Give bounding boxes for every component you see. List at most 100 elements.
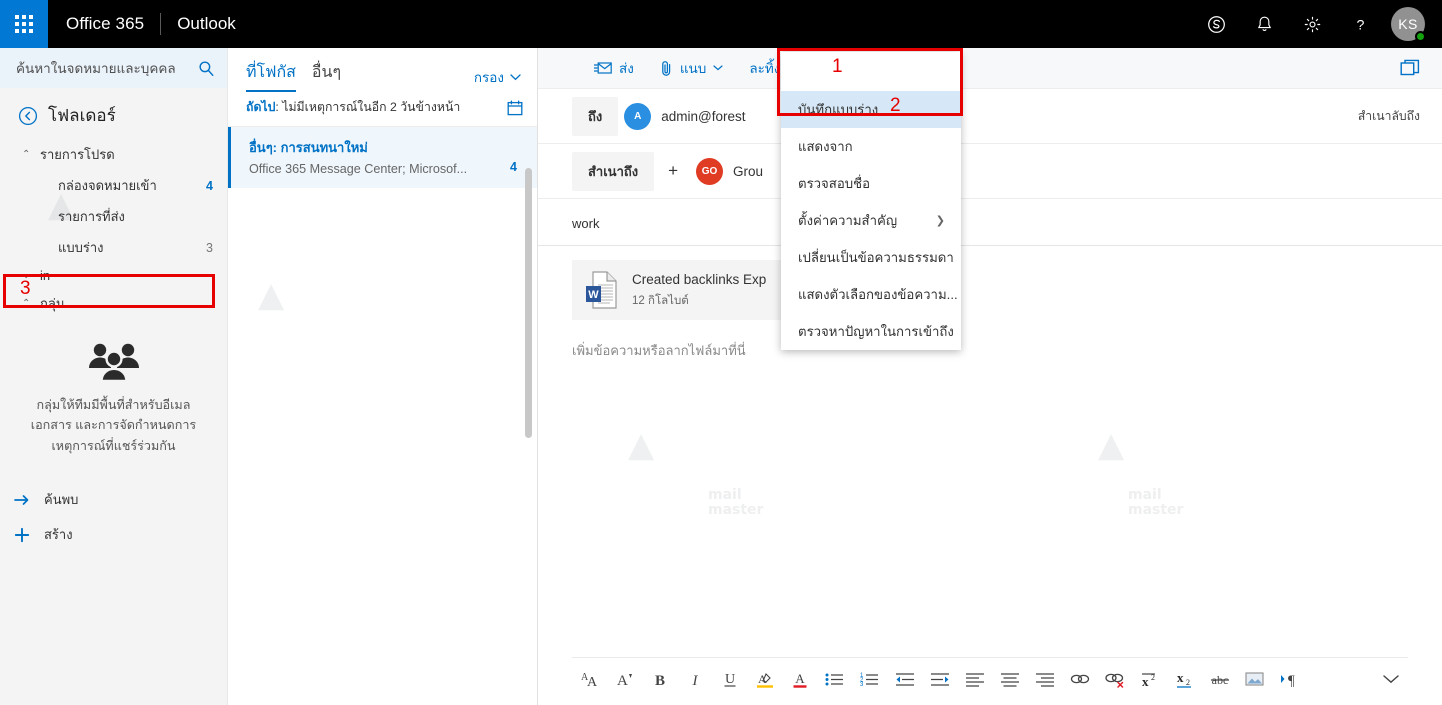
filter-button[interactable]: กรอง <box>474 66 521 92</box>
menu-item-show-from[interactable]: แสดงจาก <box>781 128 961 165</box>
outlook-app-name[interactable]: Outlook <box>161 0 252 48</box>
message-list-tabs: ที่โฟกัส อื่นๆ กรอง <box>228 48 537 92</box>
watermark: ▲ <box>258 275 285 315</box>
subscript-icon[interactable]: x2 <box>1167 662 1202 696</box>
to-recipient-chip[interactable]: A admin@forest <box>618 102 745 130</box>
menu-item-check-names[interactable]: ตรวจสอบชื่อ <box>781 165 961 202</box>
svg-text:x: x <box>1177 670 1184 685</box>
page-title: โฟลเดอร์ <box>48 106 116 125</box>
remove-link-icon[interactable] <box>1097 662 1132 696</box>
cc-recipient-chip[interactable]: GO Grou <box>690 157 764 185</box>
help-question-icon[interactable]: ? <box>1336 0 1384 48</box>
message-sender: Office 365 Message Center; Microsof... <box>249 162 468 176</box>
folder-label: แบบร่าง <box>58 240 104 255</box>
body-placeholder: เพิ่มข้อความหรือลากไฟล์มาที่นี่ <box>572 343 746 358</box>
svg-text:3: 3 <box>860 682 864 688</box>
font-size-icon[interactable]: AA <box>572 662 607 696</box>
groups-empty-state: กลุ่มให้ทีมมีพื้นที่สำหรับอีเมล เอกสาร แ… <box>0 319 227 456</box>
sidebar-item-in[interactable]: ⌄ in <box>0 263 227 288</box>
settings-gear-icon[interactable] <box>1288 0 1336 48</box>
superscript-icon[interactable]: x2 <box>1132 662 1167 696</box>
left-sidebar: ▲ โฟลเดอร์ ⌃ รายการโปรด กล่องจดหมายเข้า … <box>0 48 228 705</box>
add-recipient-icon[interactable]: + <box>654 161 690 181</box>
sidebar-item-sent[interactable]: รายการที่ส่ง <box>0 201 227 232</box>
search-bar[interactable] <box>0 48 227 88</box>
discover-groups-button[interactable]: ค้นพบ <box>0 482 227 517</box>
menu-item-label: ตรวจหาปัญหาในการเข้าถึง <box>798 324 954 339</box>
insert-link-icon[interactable] <box>1062 662 1097 696</box>
compose-pane: ▲ ▲ mail master mail master ส่ง แนบ ละทิ้ง <box>538 48 1442 705</box>
recipient-avatar: GO <box>696 157 724 185</box>
skype-icon[interactable] <box>1192 0 1240 48</box>
favorites-label: รายการโปรด <box>40 147 115 162</box>
subject-input[interactable] <box>572 216 1420 231</box>
font-grow-icon[interactable]: A <box>607 662 642 696</box>
next-event-body: : ไม่มีเหตุการณ์ในอีก 2 วันข้างหน้า <box>275 100 461 114</box>
cc-field-row: สำเนาถึง + GO Grou <box>538 144 1442 199</box>
menu-item-set-importance[interactable]: ตั้งค่าความสำคัญ ❯ <box>781 202 961 239</box>
search-input[interactable] <box>16 60 198 76</box>
menu-item-switch-plain-text[interactable]: เปลี่ยนเป็นข้อความธรรมดา <box>781 239 961 276</box>
attachment-name: Created backlinks Exp <box>632 271 767 287</box>
text-direction-icon[interactable]: ¶ <box>1272 662 1307 696</box>
numbered-list-icon[interactable]: 123 <box>852 662 887 696</box>
attach-command-label: แนบ <box>679 61 707 76</box>
next-event-prefix: ถัดไป <box>246 100 276 114</box>
align-right-icon[interactable] <box>1027 662 1062 696</box>
tab-other[interactable]: อื่นๆ <box>312 60 341 92</box>
attach-command[interactable]: แนบ <box>647 48 737 89</box>
highlight-color-icon[interactable]: A <box>747 662 782 696</box>
more-formatting-chevron-icon[interactable] <box>1373 662 1408 696</box>
app-launcher-icon[interactable] <box>0 0 48 48</box>
insert-image-icon[interactable] <box>1237 662 1272 696</box>
notifications-bell-icon[interactable] <box>1240 0 1288 48</box>
top-bar-actions: ? KS <box>1192 0 1442 48</box>
to-label[interactable]: ถึง <box>572 96 619 136</box>
svg-text:A: A <box>587 675 598 689</box>
tab-focused[interactable]: ที่โฟกัส <box>246 60 296 92</box>
send-command[interactable]: ส่ง <box>581 48 647 89</box>
strikethrough-icon[interactable]: abc <box>1202 662 1237 696</box>
message-body-editor[interactable]: เพิ่มข้อความหรือลากไฟล์มาที่นี่ <box>572 332 1420 600</box>
groups-section-header[interactable]: ⌃ กลุ่ม <box>0 288 227 319</box>
bullet-list-icon[interactable] <box>817 662 852 696</box>
menu-item-label: แสดงตัวเลือกของข้อความ... <box>798 287 958 302</box>
sidebar-item-drafts[interactable]: แบบร่าง 3 <box>0 232 227 263</box>
search-icon[interactable] <box>198 60 215 77</box>
next-event-row: ถัดไป: ไม่มีเหตุการณ์ในอีก 2 วันข้างหน้า <box>228 92 537 127</box>
people-group-icon <box>22 341 205 385</box>
create-group-button[interactable]: สร้าง <box>0 517 227 552</box>
menu-item-save-draft[interactable]: บันทึกแบบร่าง <box>781 91 961 128</box>
cc-label[interactable]: สำเนาถึง <box>572 151 655 191</box>
font-color-icon[interactable]: A <box>782 662 817 696</box>
office365-brand[interactable]: Office 365 <box>48 0 160 48</box>
message-list-pane: ▲ ที่โฟกัส อื่นๆ กรอง ถัดไป: ไม่มีเหตุกา… <box>228 48 538 705</box>
align-center-icon[interactable] <box>992 662 1027 696</box>
favorites-group-header[interactable]: ⌃ รายการโปรด <box>0 139 227 170</box>
align-left-icon[interactable] <box>957 662 992 696</box>
recipient-text: Grou <box>733 163 764 179</box>
svg-text:A: A <box>617 673 628 689</box>
recipient-avatar: A <box>624 102 652 130</box>
popout-window-icon[interactable] <box>1378 59 1442 77</box>
sidebar-item-inbox[interactable]: กล่องจดหมายเข้า 4 <box>0 170 227 201</box>
underline-icon[interactable]: U <box>712 662 747 696</box>
italic-icon[interactable]: I <box>677 662 712 696</box>
back-arrow-icon[interactable] <box>18 106 38 126</box>
list-item[interactable]: อื่นๆ: การสนทนาใหม่ Office 365 Message C… <box>228 127 537 188</box>
message-list-scrollbar[interactable] <box>525 168 532 438</box>
user-avatar[interactable]: KS <box>1384 0 1432 48</box>
menu-item-label: ตั้งค่าความสำคัญ <box>798 213 898 228</box>
svg-text:I: I <box>691 673 698 689</box>
menu-item-show-message-options[interactable]: แสดงตัวเลือกของข้อความ... <box>781 276 961 313</box>
folder-count: 4 <box>206 178 213 193</box>
calendar-icon[interactable] <box>507 100 523 116</box>
indent-icon[interactable] <box>922 662 957 696</box>
next-event-text: ถัดไป: ไม่มีเหตุการณ์ในอีก 2 วันข้างหน้า <box>246 98 460 117</box>
svg-text:2: 2 <box>1186 678 1190 687</box>
menu-item-check-accessibility[interactable]: ตรวจหาปัญหาในการเข้าถึง <box>781 313 961 350</box>
bold-icon[interactable]: B <box>642 662 677 696</box>
bcc-toggle-link[interactable]: สำเนาลับถึง <box>1358 107 1420 126</box>
outdent-icon[interactable] <box>887 662 922 696</box>
menu-item-label: แสดงจาก <box>798 139 853 154</box>
